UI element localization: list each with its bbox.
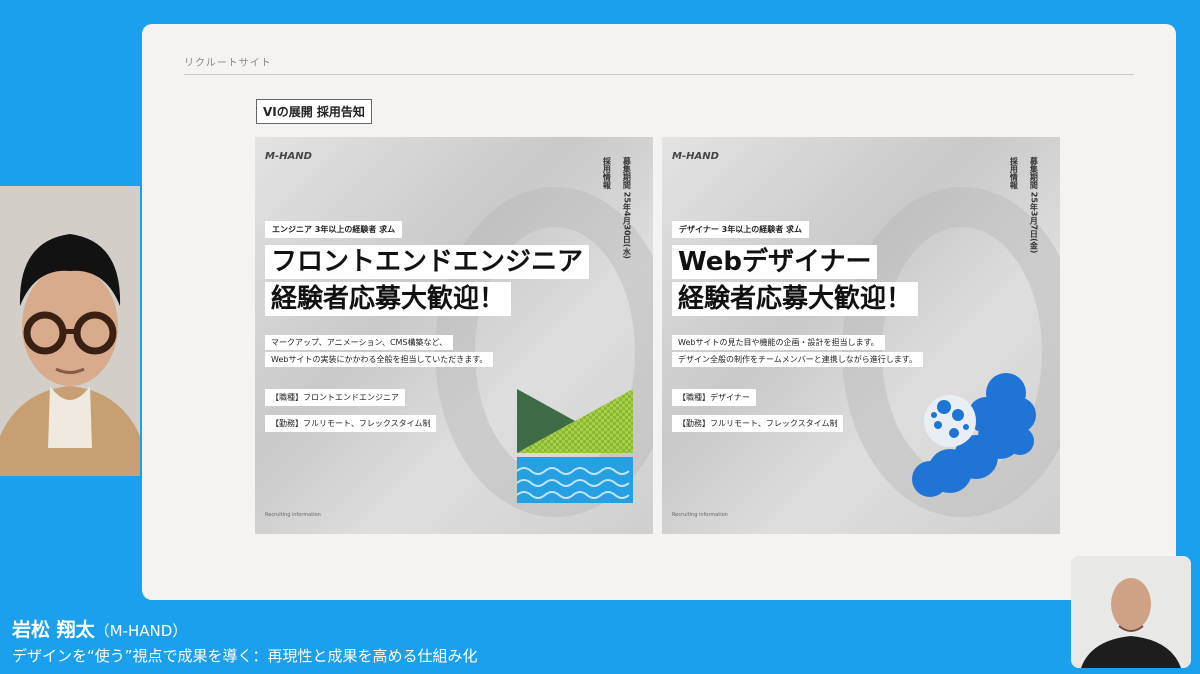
speaker-camera-feed (0, 186, 140, 476)
poster-info-label: 採用情報 (1009, 157, 1019, 189)
speaker-name: 岩松 翔太（M-HAND） (12, 615, 187, 642)
slide-heading: VIの展開 採用告知 (256, 99, 372, 124)
geometric-artwork (517, 389, 633, 503)
poster-title: フロントエンドエンジニア 経験者応募大歓迎！ (265, 245, 590, 319)
poster-work: 【勤務】フルリモート、フレックスタイム制 (265, 415, 437, 432)
poster-period: 募集期間 25年3月7日(金) (1029, 157, 1039, 254)
poster-desc-line-2: デザイン全般の制作をチームメンバーと連携しながら進行します。 (672, 352, 923, 367)
poster-desc-line-2: Webサイトの実装にかかわる全般を担当していただきます。 (265, 352, 494, 367)
divider (184, 74, 1134, 75)
poster-title-line-2: 経験者応募大歓迎！ (265, 282, 512, 316)
poster-footer: Recruiting information (265, 512, 321, 518)
poster-title-line-1: フロントエンドエンジニア (265, 245, 590, 279)
poster-period: 募集期間 25年4月30日(水) (622, 157, 632, 259)
presentation-slide: リクルートサイト VIの展開 採用告知 M-HAND 募集期間 25年4月30日… (142, 24, 1176, 600)
poster-role: 【職種】デザイナー (672, 389, 756, 406)
poster-tag: エンジニア 3年以上の経験者 求ム (265, 221, 403, 238)
poster-tag: デザイナー 3年以上の経験者 求ム (672, 221, 809, 238)
speaker-avatar (0, 186, 140, 476)
poster-role: 【職種】フロントエンドエンジニア (265, 389, 405, 406)
poster-desc-line-1: Webサイトの見た目や機能の企画・設計を担当します。 (672, 335, 885, 350)
poster-info-label: 採用情報 (602, 157, 612, 189)
poster-description: マークアップ、アニメーション、CMS構築など、 Webサイトの実装にかかわる全般… (265, 335, 494, 369)
poster-brand: M-HAND (265, 151, 312, 162)
second-speaker-avatar (1071, 556, 1191, 668)
speaker-org: （M-HAND） (94, 622, 188, 640)
poster-footer: Recruiting information (672, 512, 728, 518)
poster-brand: M-HAND (672, 151, 719, 162)
speaker-name-text: 岩松 翔太 (12, 619, 95, 641)
talk-title: デザインを“使う”視点で成果を導く：再現性と成果を高める仕組み化 (12, 647, 478, 665)
poster-desc-line-1: マークアップ、アニメーション、CMS構築など、 (265, 335, 454, 350)
poster-title: Webデザイナー 経験者応募大歓迎！ (672, 245, 919, 319)
poster-title-line-1: Webデザイナー (672, 245, 878, 279)
poster-description: Webサイトの見た目や機能の企画・設計を担当します。 デザイン全般の制作をチーム… (672, 335, 923, 369)
second-speaker-camera-feed (1071, 556, 1191, 668)
section-label: リクルートサイト (184, 58, 272, 69)
blob-artwork (912, 373, 1036, 497)
poster-engineer: M-HAND 募集期間 25年4月30日(水) 採用情報 エンジニア 3年以上の… (255, 137, 653, 534)
poster-work: 【勤務】フルリモート、フレックスタイム制 (672, 415, 844, 432)
poster-title-line-2: 経験者応募大歓迎！ (672, 282, 919, 316)
poster-designer: M-HAND 募集期間 25年3月7日(金) 採用情報 デザイナー 3年以上の経… (662, 137, 1060, 534)
